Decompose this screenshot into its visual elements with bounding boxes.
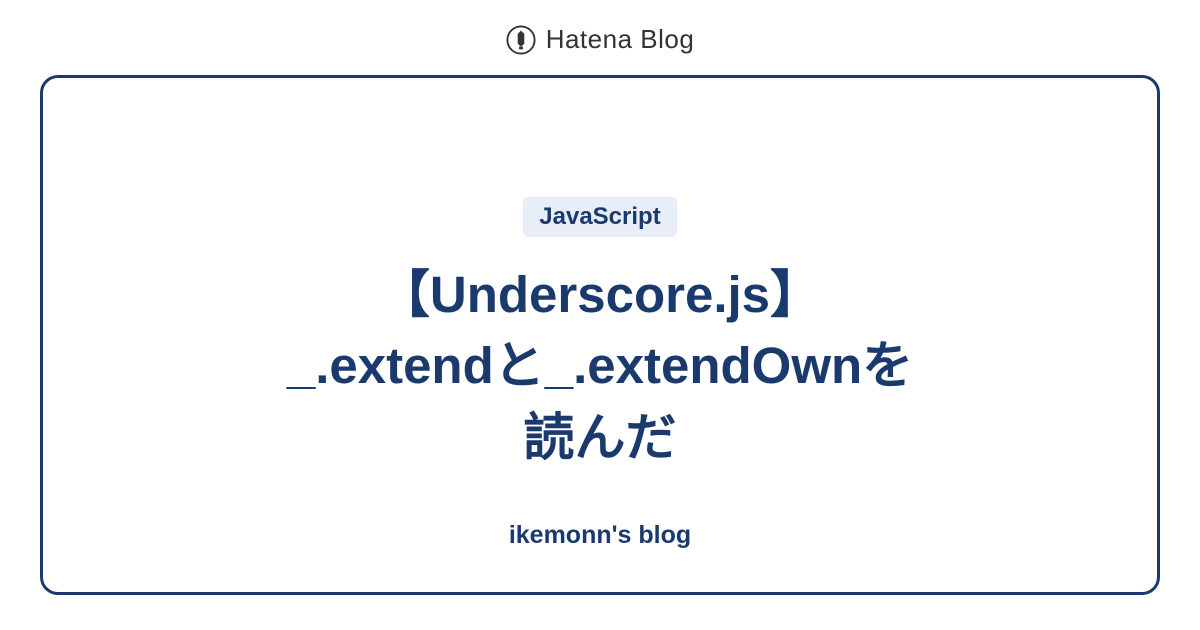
card-content: JavaScript 【Underscore.js】 _.extendと_.ex… bbox=[287, 197, 913, 473]
category-tag: JavaScript bbox=[523, 197, 676, 237]
blog-name: ikemonn's blog bbox=[509, 521, 691, 550]
site-header: Hatena Blog bbox=[506, 0, 695, 75]
og-card: JavaScript 【Underscore.js】 _.extendと_.ex… bbox=[40, 75, 1160, 595]
site-logo-text: Hatena Blog bbox=[546, 24, 695, 55]
article-title: 【Underscore.js】 _.extendと_.extendOwnを 読ん… bbox=[287, 259, 913, 473]
hatena-logo-icon bbox=[506, 25, 536, 55]
